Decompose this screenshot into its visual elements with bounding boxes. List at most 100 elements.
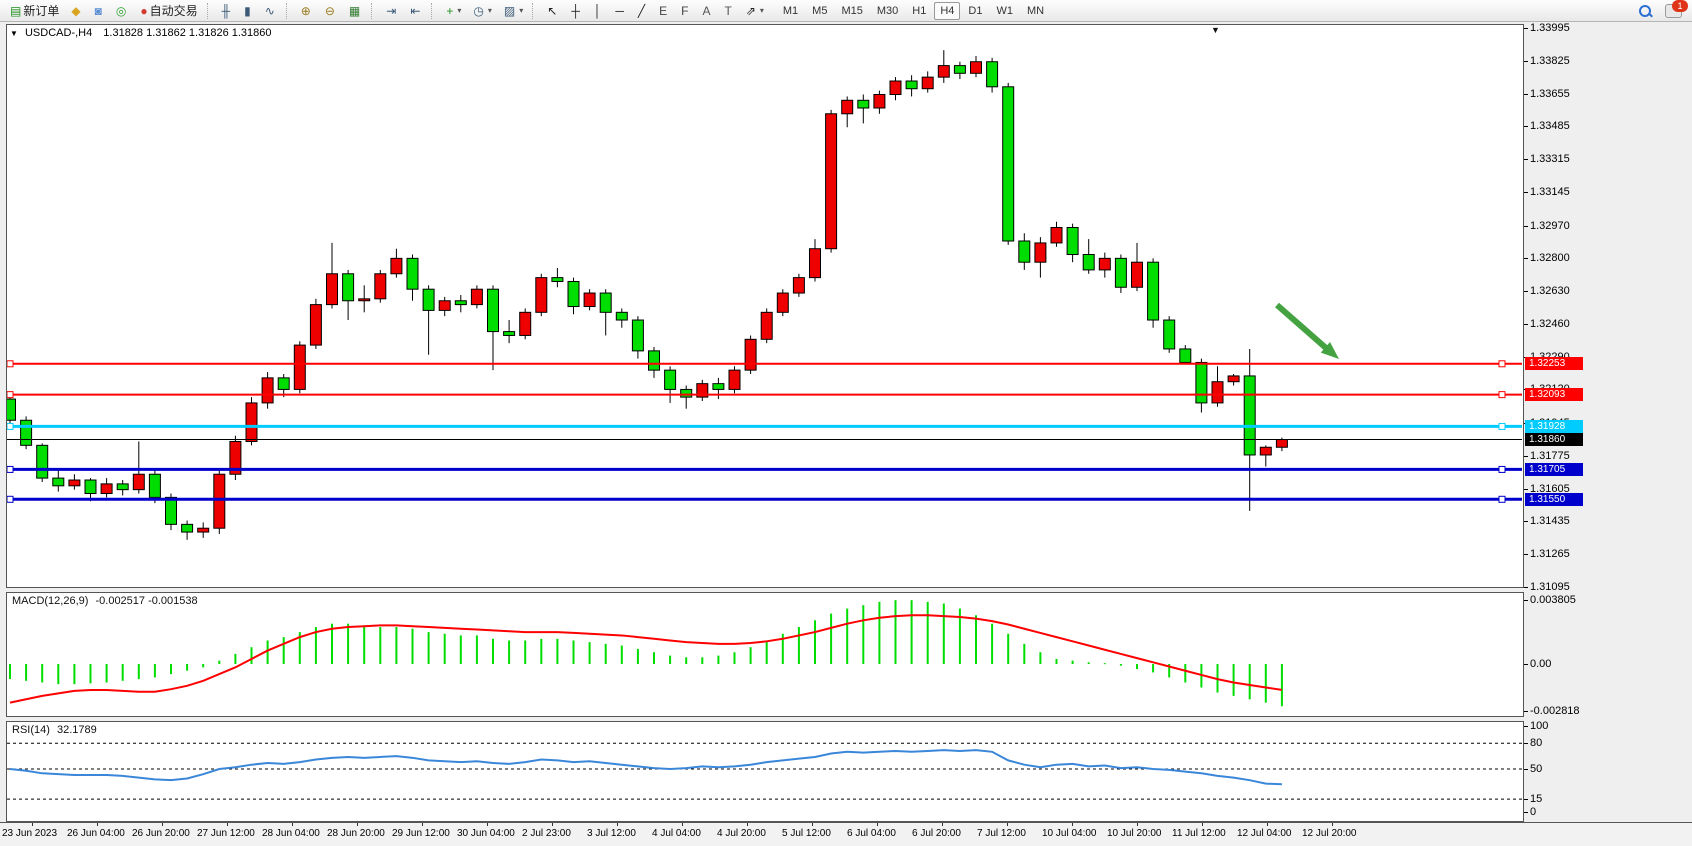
text-label-button[interactable]: T (719, 1, 738, 21)
crosshair-button[interactable]: ┼ (566, 1, 587, 21)
resistance-line-1-handle[interactable] (7, 361, 13, 367)
timeframe-m1-button[interactable]: M1 (777, 2, 804, 20)
timeframe-m30-button[interactable]: M30 (871, 2, 904, 20)
templates-button[interactable]: ▨▾ (499, 1, 528, 21)
candlestick-chart-button[interactable]: ▮ (239, 1, 258, 21)
fibonacci-button[interactable]: F (676, 1, 695, 21)
auto-trading-button[interactable]: ●自动交易 (135, 1, 202, 21)
line-chart-button[interactable]: ∿ (260, 1, 282, 21)
cursor-button[interactable]: ↖ (542, 1, 564, 21)
macd-histogram-bar (540, 639, 542, 664)
timeframe-w1-button[interactable]: W1 (990, 2, 1019, 20)
profiles-button[interactable]: ◙ (90, 1, 109, 21)
equidistant-channel-button[interactable]: E (654, 1, 674, 21)
macd-histogram-bar (878, 602, 880, 664)
timeframe-mn-button[interactable]: MN (1021, 2, 1050, 20)
macd-histogram-bar (218, 661, 220, 664)
vertical-line-button[interactable]: │ (589, 1, 609, 21)
price-tick-tick (1524, 587, 1528, 588)
candle-body (971, 62, 982, 74)
macd-histogram-bar (25, 664, 27, 681)
timeframe-h1-button[interactable]: H1 (906, 2, 932, 20)
text-button[interactable]: A (697, 1, 717, 21)
candle-body (375, 274, 386, 299)
candle-body (1196, 362, 1207, 402)
support-line-1-handle[interactable] (7, 466, 13, 472)
text-label-icon: T (724, 5, 731, 17)
time-tick (357, 823, 358, 826)
rsi-tick: 0 (1530, 806, 1536, 818)
auto-scroll-button[interactable]: ⇤ (405, 1, 427, 21)
time-tick (1202, 823, 1203, 826)
signals-button[interactable]: ◎ (111, 1, 133, 21)
zoom-in-button[interactable]: ⊕ (296, 1, 318, 21)
resistance-line-2-handle[interactable] (1499, 392, 1505, 398)
macd-histogram-bar (1039, 652, 1041, 664)
macd-histogram-bar (508, 640, 510, 664)
candle-body (262, 378, 273, 403)
macd-histogram-bar (170, 664, 172, 674)
auto-scroll-icon: ⇤ (410, 5, 420, 17)
price-tick: 1.31265 (1530, 548, 1570, 560)
timeframe-h4-button[interactable]: H4 (934, 2, 960, 20)
support-line-1-handle[interactable] (1499, 466, 1505, 472)
price-tick-tick (1524, 28, 1528, 29)
chat-icon[interactable]: 1 (1665, 4, 1682, 18)
support-line-1-price-tag[interactable]: 1.31705 (1525, 463, 1583, 476)
horizontal-line-button[interactable]: ─ (610, 1, 631, 21)
price-tick: 1.31775 (1530, 450, 1570, 462)
timeframe-m15-button[interactable]: M15 (835, 2, 868, 20)
trendline-button[interactable]: ╱ (633, 1, 652, 21)
chart-shift-button[interactable]: ⇥ (381, 1, 403, 21)
new-chart-button[interactable]: +▾ (441, 1, 466, 21)
candle-body (7, 399, 16, 420)
periods-icon: ◷ (473, 5, 483, 17)
zoom-out-button[interactable]: ⊖ (320, 1, 342, 21)
resistance-line-2-price-tag[interactable]: 1.32093 (1525, 388, 1583, 401)
tile-windows-icon: ▦ (349, 5, 360, 17)
time-tick (32, 823, 33, 826)
price-tick: 1.32460 (1530, 318, 1570, 330)
arrows-button[interactable]: ⇗▾ (741, 1, 769, 21)
macd-histogram-bar (717, 656, 719, 664)
tile-windows-button[interactable]: ▦ (344, 1, 367, 21)
resistance-line-1-handle[interactable] (1499, 361, 1505, 367)
search-icon[interactable] (1639, 5, 1651, 17)
candle-body (1051, 228, 1062, 243)
time-label: 4 Jul 04:00 (652, 828, 701, 839)
time-label: 6 Jul 04:00 (847, 828, 896, 839)
time-tick (1332, 823, 1333, 826)
candle-body (761, 312, 772, 339)
candle-body (504, 332, 515, 336)
new-order-button[interactable]: ▤新订单 (5, 1, 64, 21)
cyan-level-line-handle[interactable] (1499, 423, 1505, 429)
resistance-line-2-handle[interactable] (7, 392, 13, 398)
chart-shift-marker-icon[interactable]: ▼ (1211, 25, 1220, 35)
periods-button[interactable]: ◷▾ (468, 1, 497, 21)
timeframe-d1-button[interactable]: D1 (962, 2, 988, 20)
cyan-level-line-price-tag[interactable]: 1.31928 (1525, 420, 1583, 433)
candle-body (793, 278, 804, 293)
collapse-triangle-icon[interactable]: ▼ (10, 29, 18, 38)
candle-body (37, 445, 48, 478)
resistance-line-1-price-tag[interactable]: 1.32253 (1525, 357, 1583, 370)
styler-button[interactable]: ◆ (66, 1, 87, 21)
candle-body (1212, 382, 1223, 403)
support-line-2-handle[interactable] (7, 496, 13, 502)
support-line-2-handle[interactable] (1499, 496, 1505, 502)
templates-icon: ▨ (504, 5, 515, 17)
sell-arrow-shaft[interactable] (1277, 305, 1326, 348)
cyan-level-line-handle[interactable] (7, 423, 13, 429)
price-tick: 1.33825 (1530, 55, 1570, 67)
macd-histogram-bar (1136, 664, 1138, 669)
profiles-icon: ◙ (95, 5, 102, 17)
macd-histogram-bar (395, 627, 397, 664)
candle-body (552, 278, 563, 282)
support-line-2-price-tag[interactable]: 1.31550 (1525, 493, 1583, 506)
bar-chart-button[interactable]: ╫ (217, 1, 238, 21)
macd-histogram-bar (669, 656, 671, 664)
timeframe-m5-button[interactable]: M5 (806, 2, 833, 20)
candle-body (1003, 87, 1014, 241)
price-tick-tick (1524, 324, 1528, 325)
price-tick-tick (1524, 192, 1528, 193)
